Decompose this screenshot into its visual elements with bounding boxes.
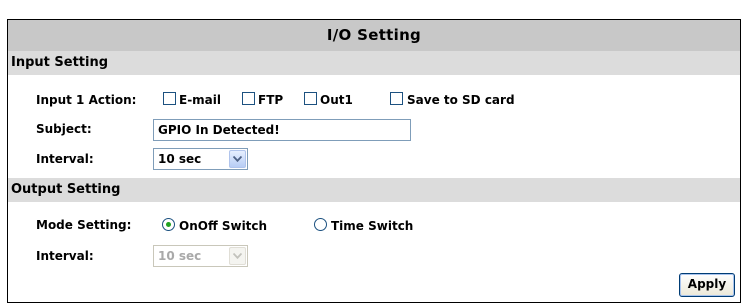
subject-input[interactable]: GPIO In Detected! [153,119,411,141]
email-checkbox-label: E-mail [179,93,222,107]
time-switch-radio[interactable] [314,218,327,231]
output-interval-value: 10 sec [158,249,202,263]
subject-label: Subject: [36,122,92,136]
page-title: I/O Setting [8,20,740,51]
save-sd-card-checkbox-label: Save to SD card [407,93,515,107]
input-interval-label: Interval: [36,152,94,166]
chevron-down-icon [229,247,246,265]
output-interval-select: 10 sec [153,245,248,267]
mode-setting-label: Mode Setting: [36,218,132,232]
onoff-switch-label: OnOff Switch [179,219,268,233]
ftp-checkbox[interactable] [242,92,255,105]
chevron-down-icon [229,150,246,168]
out1-checkbox[interactable] [304,92,317,105]
io-setting-panel: I/O Setting Input Setting Input 1 Action… [7,19,741,303]
save-sd-card-checkbox[interactable] [390,92,403,105]
onoff-switch-radio[interactable] [162,218,175,231]
ftp-checkbox-label: FTP [258,93,284,107]
email-checkbox[interactable] [163,92,176,105]
radio-selected-dot [166,222,171,227]
input-interval-select[interactable]: 10 sec [153,148,248,170]
output-interval-label: Interval: [36,249,94,263]
input-setting-header: Input Setting [8,51,740,75]
time-switch-label: Time Switch [331,219,414,233]
output-setting-header: Output Setting [8,178,740,202]
out1-checkbox-label: Out1 [320,93,353,107]
apply-button[interactable]: Apply [679,273,735,297]
input-interval-value: 10 sec [158,152,202,166]
input-action-label: Input 1 Action: [36,93,137,107]
